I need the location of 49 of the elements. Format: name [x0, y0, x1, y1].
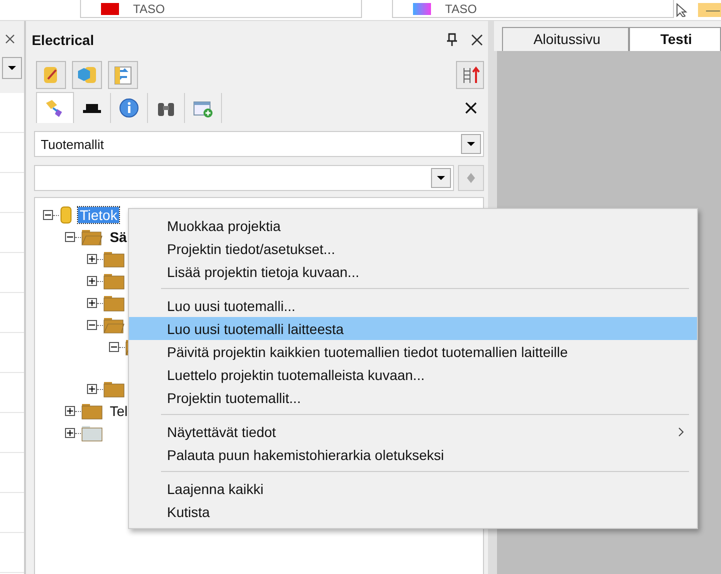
pin-icon[interactable] — [446, 33, 458, 47]
expand-icon[interactable] — [86, 254, 97, 264]
expand-icon[interactable] — [64, 406, 75, 416]
layer-field[interactable]: TASO — [80, 0, 362, 18]
menu-item[interactable]: Luo uusi tuotemalli laitteesta — [129, 317, 697, 340]
close-icon[interactable] — [4, 33, 16, 45]
folder-icon — [102, 250, 125, 268]
menu-item[interactable]: Luettelo projektin tuotemalleista kuvaan... — [129, 363, 697, 386]
database-icon — [58, 205, 73, 225]
tree-node-label[interactable]: Tietok — [78, 207, 120, 223]
menu-item[interactable]: Palauta puun hakemistohierarkia oletukseksi — [129, 443, 697, 466]
collapse-icon[interactable] — [108, 342, 119, 352]
block-icon — [82, 104, 101, 112]
folder-icon — [80, 424, 103, 442]
color-swatch-icon — [413, 2, 431, 14]
folder-icon — [102, 294, 125, 312]
panel-title: Electrical — [32, 32, 94, 48]
document-tab[interactable]: Aloitussivu — [502, 27, 630, 51]
expand-icon[interactable] — [86, 276, 97, 286]
menu-item[interactable]: Lisää projektin tietoja kuvaan... — [129, 260, 697, 283]
folder-icon — [102, 272, 125, 290]
expand-icon[interactable] — [86, 298, 97, 308]
menu-item[interactable]: Projektin tuotemallit... — [129, 386, 697, 409]
filter-dropdown[interactable]: Tuotemallit — [34, 131, 484, 157]
sync-document-icon[interactable] — [108, 61, 138, 89]
menu-item[interactable]: Projektin tiedot/asetukset... — [129, 237, 697, 260]
folder-icon — [102, 380, 125, 398]
menu-item[interactable]: Kutista — [129, 500, 697, 523]
info-icon — [116, 97, 141, 119]
tree-node-label[interactable]: Tel — [108, 403, 130, 419]
color-swatch-icon — [101, 2, 119, 14]
menu-item[interactable]: Laajenna kaikki — [129, 477, 697, 500]
menu-item[interactable]: Luo uusi tuotemalli... — [129, 294, 697, 317]
expand-icon[interactable] — [86, 384, 97, 394]
close-icon[interactable] — [464, 101, 478, 115]
folder-icon — [80, 402, 103, 420]
layer-field[interactable]: TASO — [392, 0, 674, 18]
collapse-icon[interactable] — [64, 232, 75, 242]
document-tab[interactable]: Testi — [629, 27, 721, 51]
menu-item[interactable]: Muokkaa projektia — [129, 214, 697, 237]
collapse-icon[interactable] — [86, 320, 97, 330]
expand-icon[interactable] — [64, 428, 75, 438]
tree-node-label[interactable]: Sä — [108, 229, 129, 245]
menu-item[interactable]: Päivitä projektin kaikkien tuotemallien tiedot tuotemallien laitteille — [129, 340, 697, 363]
close-icon[interactable] — [470, 33, 484, 47]
collapse-icon[interactable] — [42, 210, 53, 220]
edit-database-icon[interactable] — [36, 61, 66, 89]
cursor-icon[interactable] — [674, 3, 690, 17]
menu-item[interactable]: Näytettävät tiedot — [129, 420, 697, 443]
